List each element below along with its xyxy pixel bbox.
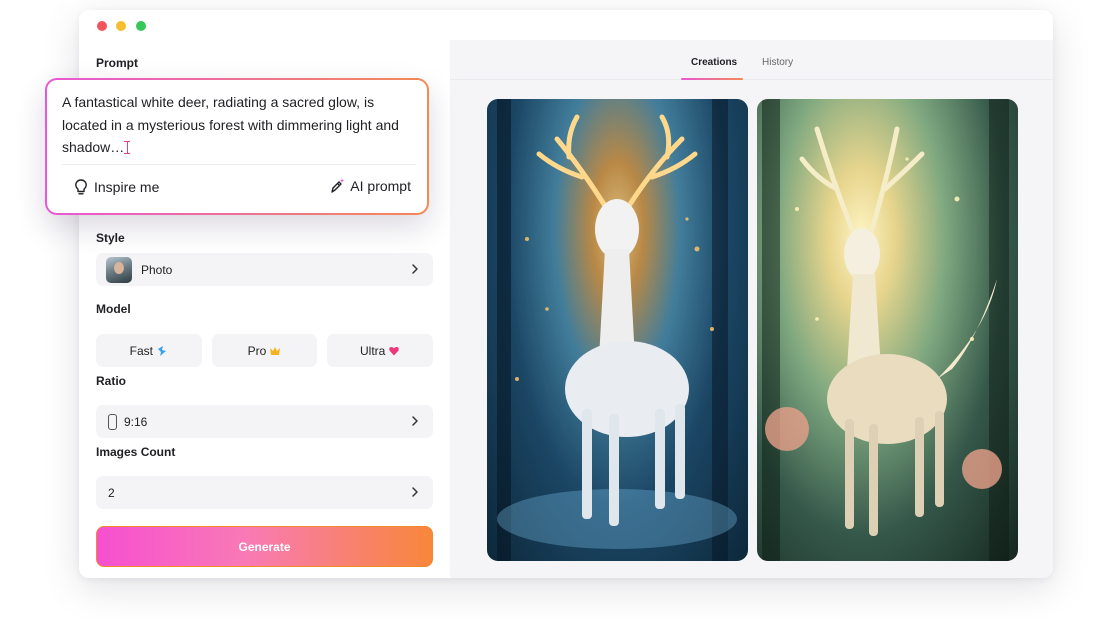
ai-prompt-button[interactable]: AI prompt (328, 177, 411, 195)
model-options: Fast Pro Ultra (96, 334, 434, 367)
model-fast-label: Fast (129, 343, 153, 358)
images-count-select[interactable]: 2 (96, 476, 433, 509)
white-deer-image-1 (487, 99, 748, 561)
ai-prompt-label: AI prompt (350, 178, 411, 194)
model-fast-button[interactable]: Fast (96, 334, 202, 367)
results-tabs: Creations History (450, 40, 1053, 80)
model-pro-button[interactable]: Pro (211, 334, 318, 367)
inspire-me-button[interactable]: Inspire me (72, 178, 159, 196)
title-bar (79, 10, 1053, 40)
model-label: Model (96, 302, 131, 316)
results-panel: Creations History (450, 40, 1053, 578)
style-value: Photo (141, 262, 173, 277)
generated-image-1[interactable] (487, 99, 748, 561)
model-ultra-label: Ultra (360, 343, 386, 358)
prompt-input-card[interactable]: A fantastical white deer, radiating a sa… (45, 78, 429, 215)
text-cursor-icon (124, 141, 133, 154)
ratio-select[interactable]: 9:16 (96, 405, 433, 438)
ratio-label: Ratio (96, 374, 126, 388)
chevron-right-icon (412, 264, 418, 274)
white-deer-image-2 (762, 99, 1009, 561)
images-count-label: Images Count (96, 445, 176, 459)
magic-pen-icon (331, 178, 345, 193)
tab-history[interactable]: History (762, 57, 793, 68)
prompt-divider (62, 164, 416, 165)
lightbulb-icon (75, 179, 87, 195)
portrait-ratio-icon (108, 413, 117, 430)
maximize-window-button[interactable] (136, 21, 146, 31)
generate-button[interactable]: Generate (96, 526, 433, 567)
heart-gem-icon (389, 346, 400, 355)
style-label: Style (96, 231, 125, 245)
model-ultra-button[interactable]: Ultra (327, 334, 434, 367)
crown-icon (270, 346, 281, 355)
generated-image-2[interactable] (757, 99, 1018, 561)
style-select[interactable]: Photo (96, 253, 433, 286)
chevron-right-icon (412, 487, 418, 497)
prompt-label: Prompt (96, 56, 138, 70)
ratio-value: 9:16 (124, 414, 148, 429)
chevron-right-icon (412, 416, 418, 426)
model-pro-label: Pro (247, 343, 267, 358)
prompt-text: A fantastical white deer, radiating a sa… (62, 94, 399, 155)
prompt-textarea[interactable]: A fantastical white deer, radiating a sa… (62, 91, 412, 159)
inspire-me-label: Inspire me (94, 179, 160, 195)
tab-creations[interactable]: Creations (691, 57, 737, 68)
style-thumbnail (106, 256, 132, 283)
bolt-icon (158, 345, 166, 356)
images-count-value: 2 (108, 485, 115, 500)
minimize-window-button[interactable] (116, 21, 126, 31)
close-window-button[interactable] (97, 21, 107, 31)
active-tab-indicator (681, 78, 743, 80)
